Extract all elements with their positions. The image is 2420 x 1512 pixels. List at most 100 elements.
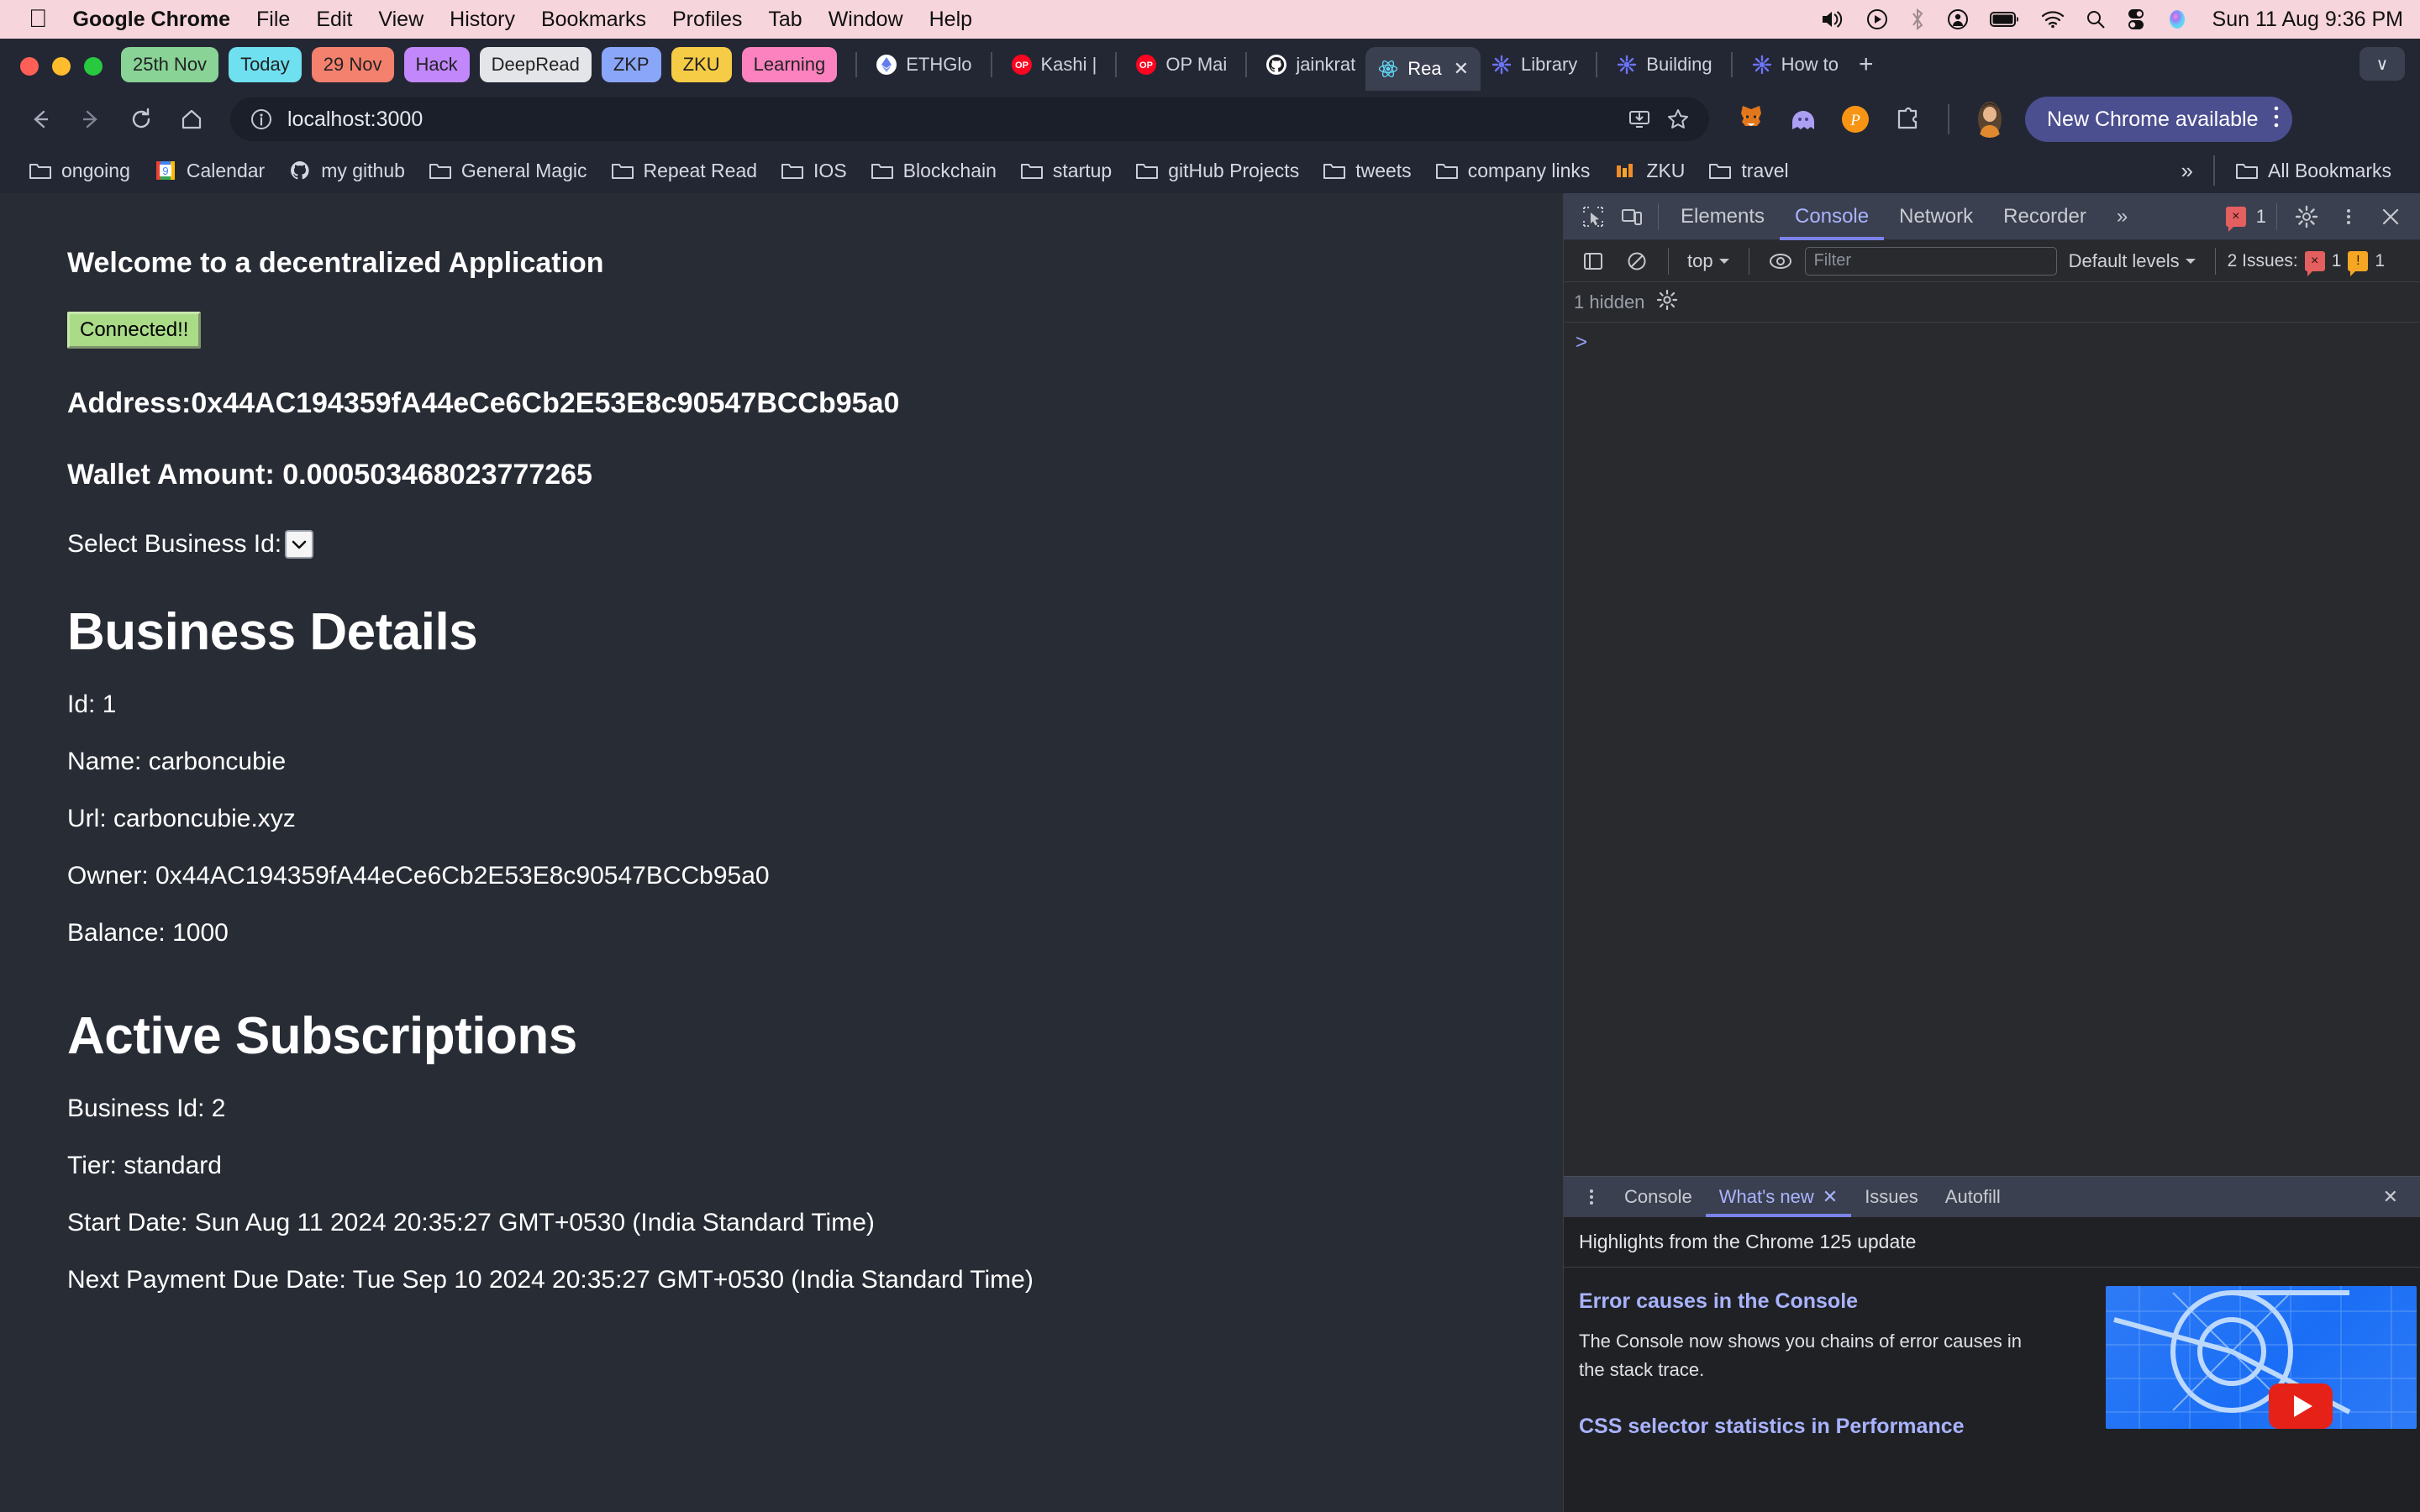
- menu-tab[interactable]: Tab: [768, 8, 802, 32]
- close-drawer-icon[interactable]: ✕: [2370, 1177, 2412, 1217]
- whats-new-item-title[interactable]: Error causes in the Console: [1579, 1289, 2091, 1314]
- tab-group-zku[interactable]: ZKU: [671, 47, 732, 82]
- tab-react-app-active[interactable]: Rea ✕: [1365, 47, 1481, 91]
- reload-icon[interactable]: [119, 97, 163, 141]
- three-dot-menu-icon[interactable]: [2329, 197, 2368, 236]
- play-circle-icon[interactable]: [1866, 8, 1888, 30]
- connect-wallet-button[interactable]: Connected!!: [67, 312, 202, 349]
- tab-ethglobal[interactable]: ETHGlo: [865, 46, 981, 83]
- close-icon[interactable]: ✕: [1823, 1186, 1838, 1208]
- control-center-icon[interactable]: [2127, 8, 2145, 30]
- minimize-window-button[interactable]: [52, 57, 71, 76]
- forward-arrow-icon[interactable]: [69, 97, 113, 141]
- bookmark-repeat-read[interactable]: Repeat Read: [599, 159, 770, 182]
- business-id-select[interactable]: [285, 530, 314, 559]
- close-tab-icon[interactable]: ✕: [1454, 58, 1469, 80]
- tab-group-deepread[interactable]: DeepRead: [479, 47, 592, 82]
- wifi-icon[interactable]: [2041, 10, 2065, 29]
- star-icon[interactable]: [1665, 107, 1691, 132]
- update-chrome-button[interactable]: New Chrome available: [2025, 97, 2292, 142]
- issues-summary[interactable]: 2 Issues: × 1 ! 1: [2228, 250, 2385, 276]
- whats-new-item-title-2[interactable]: CSS selector statistics in Performance: [1579, 1415, 2091, 1439]
- bookmark-company-links[interactable]: company links: [1423, 159, 1602, 182]
- metamask-icon[interactable]: [1734, 102, 1768, 136]
- install-app-icon[interactable]: [1627, 107, 1652, 132]
- apple-logo-icon[interactable]: : [29, 7, 48, 32]
- siri-icon[interactable]: [2166, 8, 2188, 30]
- tab-jainkrat[interactable]: jainkrat: [1255, 46, 1365, 83]
- menu-history[interactable]: History: [450, 8, 515, 32]
- bookmark-ongoing[interactable]: ongoing: [17, 159, 142, 182]
- menubar-clock[interactable]: Sun 11 Aug 9:36 PM: [2212, 8, 2403, 32]
- tab-elements[interactable]: Elements: [1665, 193, 1780, 240]
- tab-search-chevron-down-icon[interactable]: ∨: [2360, 47, 2405, 81]
- search-icon[interactable]: [2086, 9, 2106, 29]
- drawer-tab-console[interactable]: Console: [1611, 1177, 1706, 1217]
- menu-window[interactable]: Window: [829, 8, 903, 32]
- bookmark-tweets[interactable]: tweets: [1311, 159, 1423, 182]
- avatar[interactable]: [1973, 101, 2007, 138]
- bookmark-blockchain[interactable]: Blockchain: [859, 159, 1008, 182]
- tab-network[interactable]: Network: [1884, 193, 1988, 240]
- back-arrow-icon[interactable]: [18, 97, 62, 141]
- menu-edit[interactable]: Edit: [316, 8, 352, 32]
- maximize-window-button[interactable]: [84, 57, 103, 76]
- bookmark-calendar[interactable]: 9 Calendar: [142, 159, 276, 182]
- tab-group-hack[interactable]: Hack: [403, 47, 470, 82]
- tab-op-mainnet[interactable]: OP OP Mai: [1125, 46, 1237, 83]
- phantom-icon[interactable]: [1786, 102, 1820, 136]
- clear-console-icon[interactable]: [1618, 242, 1656, 281]
- tab-console[interactable]: Console: [1780, 193, 1884, 240]
- tab-group-learning[interactable]: Learning: [741, 47, 838, 82]
- youtube-play-icon[interactable]: [2269, 1383, 2333, 1429]
- tab-group-today[interactable]: Today: [229, 47, 302, 82]
- tab-building[interactable]: Building: [1606, 46, 1722, 83]
- gear-icon[interactable]: [1656, 289, 1678, 316]
- error-count-badge[interactable]: ×: [2225, 206, 2246, 232]
- drawer-tab-autofill[interactable]: Autofill: [1932, 1177, 2014, 1217]
- bookmark-startup[interactable]: startup: [1008, 159, 1123, 182]
- close-window-button[interactable]: [20, 57, 39, 76]
- menu-bookmarks[interactable]: Bookmarks: [541, 8, 646, 32]
- drawer-tab-issues[interactable]: Issues: [1851, 1177, 1932, 1217]
- menu-help[interactable]: Help: [929, 8, 972, 32]
- url-text[interactable]: localhost:3000: [287, 108, 1613, 132]
- bookmark-zku[interactable]: ZKU: [1602, 159, 1697, 182]
- tab-library[interactable]: Library: [1481, 46, 1587, 83]
- menu-app-name[interactable]: Google Chrome: [73, 8, 231, 32]
- tab-group-29-nov[interactable]: 29 Nov: [311, 47, 394, 82]
- tab-recorder[interactable]: Recorder: [1988, 193, 2102, 240]
- gear-icon[interactable]: [2287, 197, 2326, 236]
- close-icon[interactable]: [2371, 197, 2410, 236]
- bookmark-my-github[interactable]: my github: [276, 159, 417, 182]
- console-prompt[interactable]: >: [1576, 331, 1587, 354]
- volume-icon[interactable]: [1820, 8, 1845, 30]
- menu-file[interactable]: File: [256, 8, 290, 32]
- puzzle-extensions-icon[interactable]: [1891, 102, 1924, 136]
- new-tab-button[interactable]: +: [1849, 50, 1884, 91]
- address-bar[interactable]: localhost:3000: [230, 97, 1709, 141]
- three-dot-menu-icon[interactable]: [2272, 102, 2281, 137]
- device-toolbar-icon[interactable]: [1612, 197, 1651, 236]
- all-bookmarks-button[interactable]: All Bookmarks: [2223, 159, 2403, 182]
- chrome-devtools-video-thumbnail[interactable]: [2106, 1286, 2417, 1429]
- show-sidebar-icon[interactable]: [1574, 242, 1612, 281]
- tab-how-to[interactable]: How to: [1741, 46, 1849, 83]
- tab-group-25th-nov[interactable]: 25th Nov: [121, 47, 219, 82]
- bookmark-general-magic[interactable]: General Magic: [417, 159, 599, 182]
- bookmark-travel[interactable]: travel: [1697, 159, 1800, 182]
- console-filter-input[interactable]: [1804, 246, 2057, 276]
- bookmarks-overflow-button[interactable]: »: [2170, 158, 2205, 184]
- log-levels-selector[interactable]: Default levels: [2062, 250, 2203, 272]
- inspect-element-icon[interactable]: [1574, 197, 1612, 236]
- tab-group-zkp[interactable]: ZKP: [601, 47, 661, 82]
- user-circle-icon[interactable]: [1947, 8, 1969, 30]
- console-context-selector[interactable]: top: [1681, 250, 1737, 272]
- bookmark-ios[interactable]: IOS: [769, 159, 859, 182]
- tab-kashi[interactable]: OP Kashi |: [1001, 46, 1107, 83]
- drawer-tab-whats-new[interactable]: What's new ✕: [1706, 1177, 1851, 1217]
- polkadot-icon[interactable]: P: [1839, 102, 1872, 136]
- menu-profiles[interactable]: Profiles: [672, 8, 742, 32]
- three-dot-menu-icon[interactable]: [1572, 1178, 1611, 1216]
- more-tabs-button[interactable]: »: [2102, 193, 2143, 240]
